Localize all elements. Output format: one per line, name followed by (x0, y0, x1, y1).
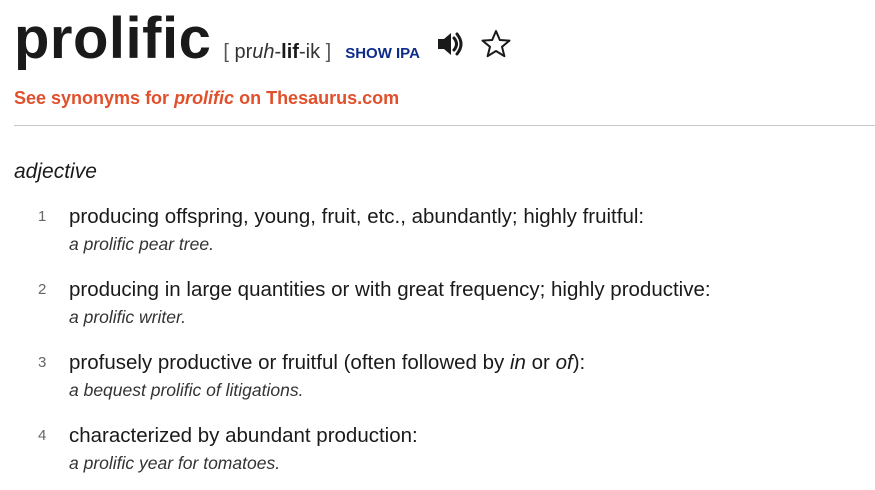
definition-number: 3 (38, 354, 47, 371)
definition-item: 3 profusely productive or fruitful (ofte… (14, 349, 864, 422)
pronunciation: [ pruh-lif-ik ] (223, 41, 331, 64)
pron-part3: ik (305, 41, 326, 63)
definition-body: producing in large quantities or with gr… (69, 276, 864, 349)
definition-text-part: or (525, 351, 556, 374)
pron-part1: pr (228, 41, 253, 63)
headword-row: prolific [ pruh-lif-ik ] SHOW IPA (14, 0, 875, 80)
definition-body: producing offspring, young, fruit, etc.,… (69, 203, 864, 276)
pron-sep2: - (298, 41, 306, 63)
definition-item: 4 characterized by abundant production: … (14, 422, 864, 490)
definitions-list: 1 producing offspring, young, fruit, etc… (14, 203, 864, 490)
definition-item: 1 producing offspring, young, fruit, etc… (14, 203, 864, 276)
definition-text-part: profusely productive or fruitful (often … (69, 351, 510, 374)
definition-body: characterized by abundant production: a … (69, 422, 864, 490)
show-ipa-button[interactable]: SHOW IPA (345, 45, 420, 62)
synonyms-word: prolific (174, 88, 235, 108)
definition-text: characterized by abundant production: (69, 424, 418, 447)
pron-close-bracket: ] (325, 41, 332, 63)
definition-text-italic: of (555, 351, 573, 374)
headword: prolific (14, 6, 212, 71)
definition-text-part: ): (572, 351, 586, 374)
definition-text-italic: in (509, 351, 526, 374)
pron-stressed-syllable: lif (281, 41, 299, 63)
star-outline-icon[interactable] (480, 28, 512, 60)
definition-example: a bequest prolific of litigations. (69, 380, 304, 400)
definition-text: producing in large quantities or with gr… (69, 278, 711, 301)
definition-body: profusely productive or fruitful (often … (69, 349, 864, 422)
divider (14, 125, 875, 126)
definition-text: producing offspring, young, fruit, etc.,… (69, 205, 645, 228)
pron-part1-italic: uh (252, 41, 275, 63)
definition-number: 4 (38, 427, 47, 444)
definition-number: 2 (38, 281, 47, 298)
part-of-speech: adjective (14, 160, 97, 183)
thesaurus-link[interactable]: See synonyms for prolific on Thesaurus.c… (14, 88, 399, 109)
dictionary-entry: prolific [ pruh-lif-ik ] SHOW IPA See sy… (0, 0, 875, 490)
definition-example: a prolific writer. (69, 307, 187, 327)
definition-example: a prolific pear tree. (69, 234, 214, 254)
definition-number: 1 (38, 208, 47, 225)
definition-example: a prolific year for tomatoes. (69, 453, 281, 473)
definition-item: 2 producing in large quantities or with … (14, 276, 864, 349)
synonyms-suffix: on Thesaurus.com (234, 88, 400, 108)
speaker-icon[interactable] (434, 28, 466, 60)
definition-text: profusely productive or fruitful (often … (69, 349, 864, 377)
synonyms-prefix: See synonyms for (14, 88, 175, 108)
